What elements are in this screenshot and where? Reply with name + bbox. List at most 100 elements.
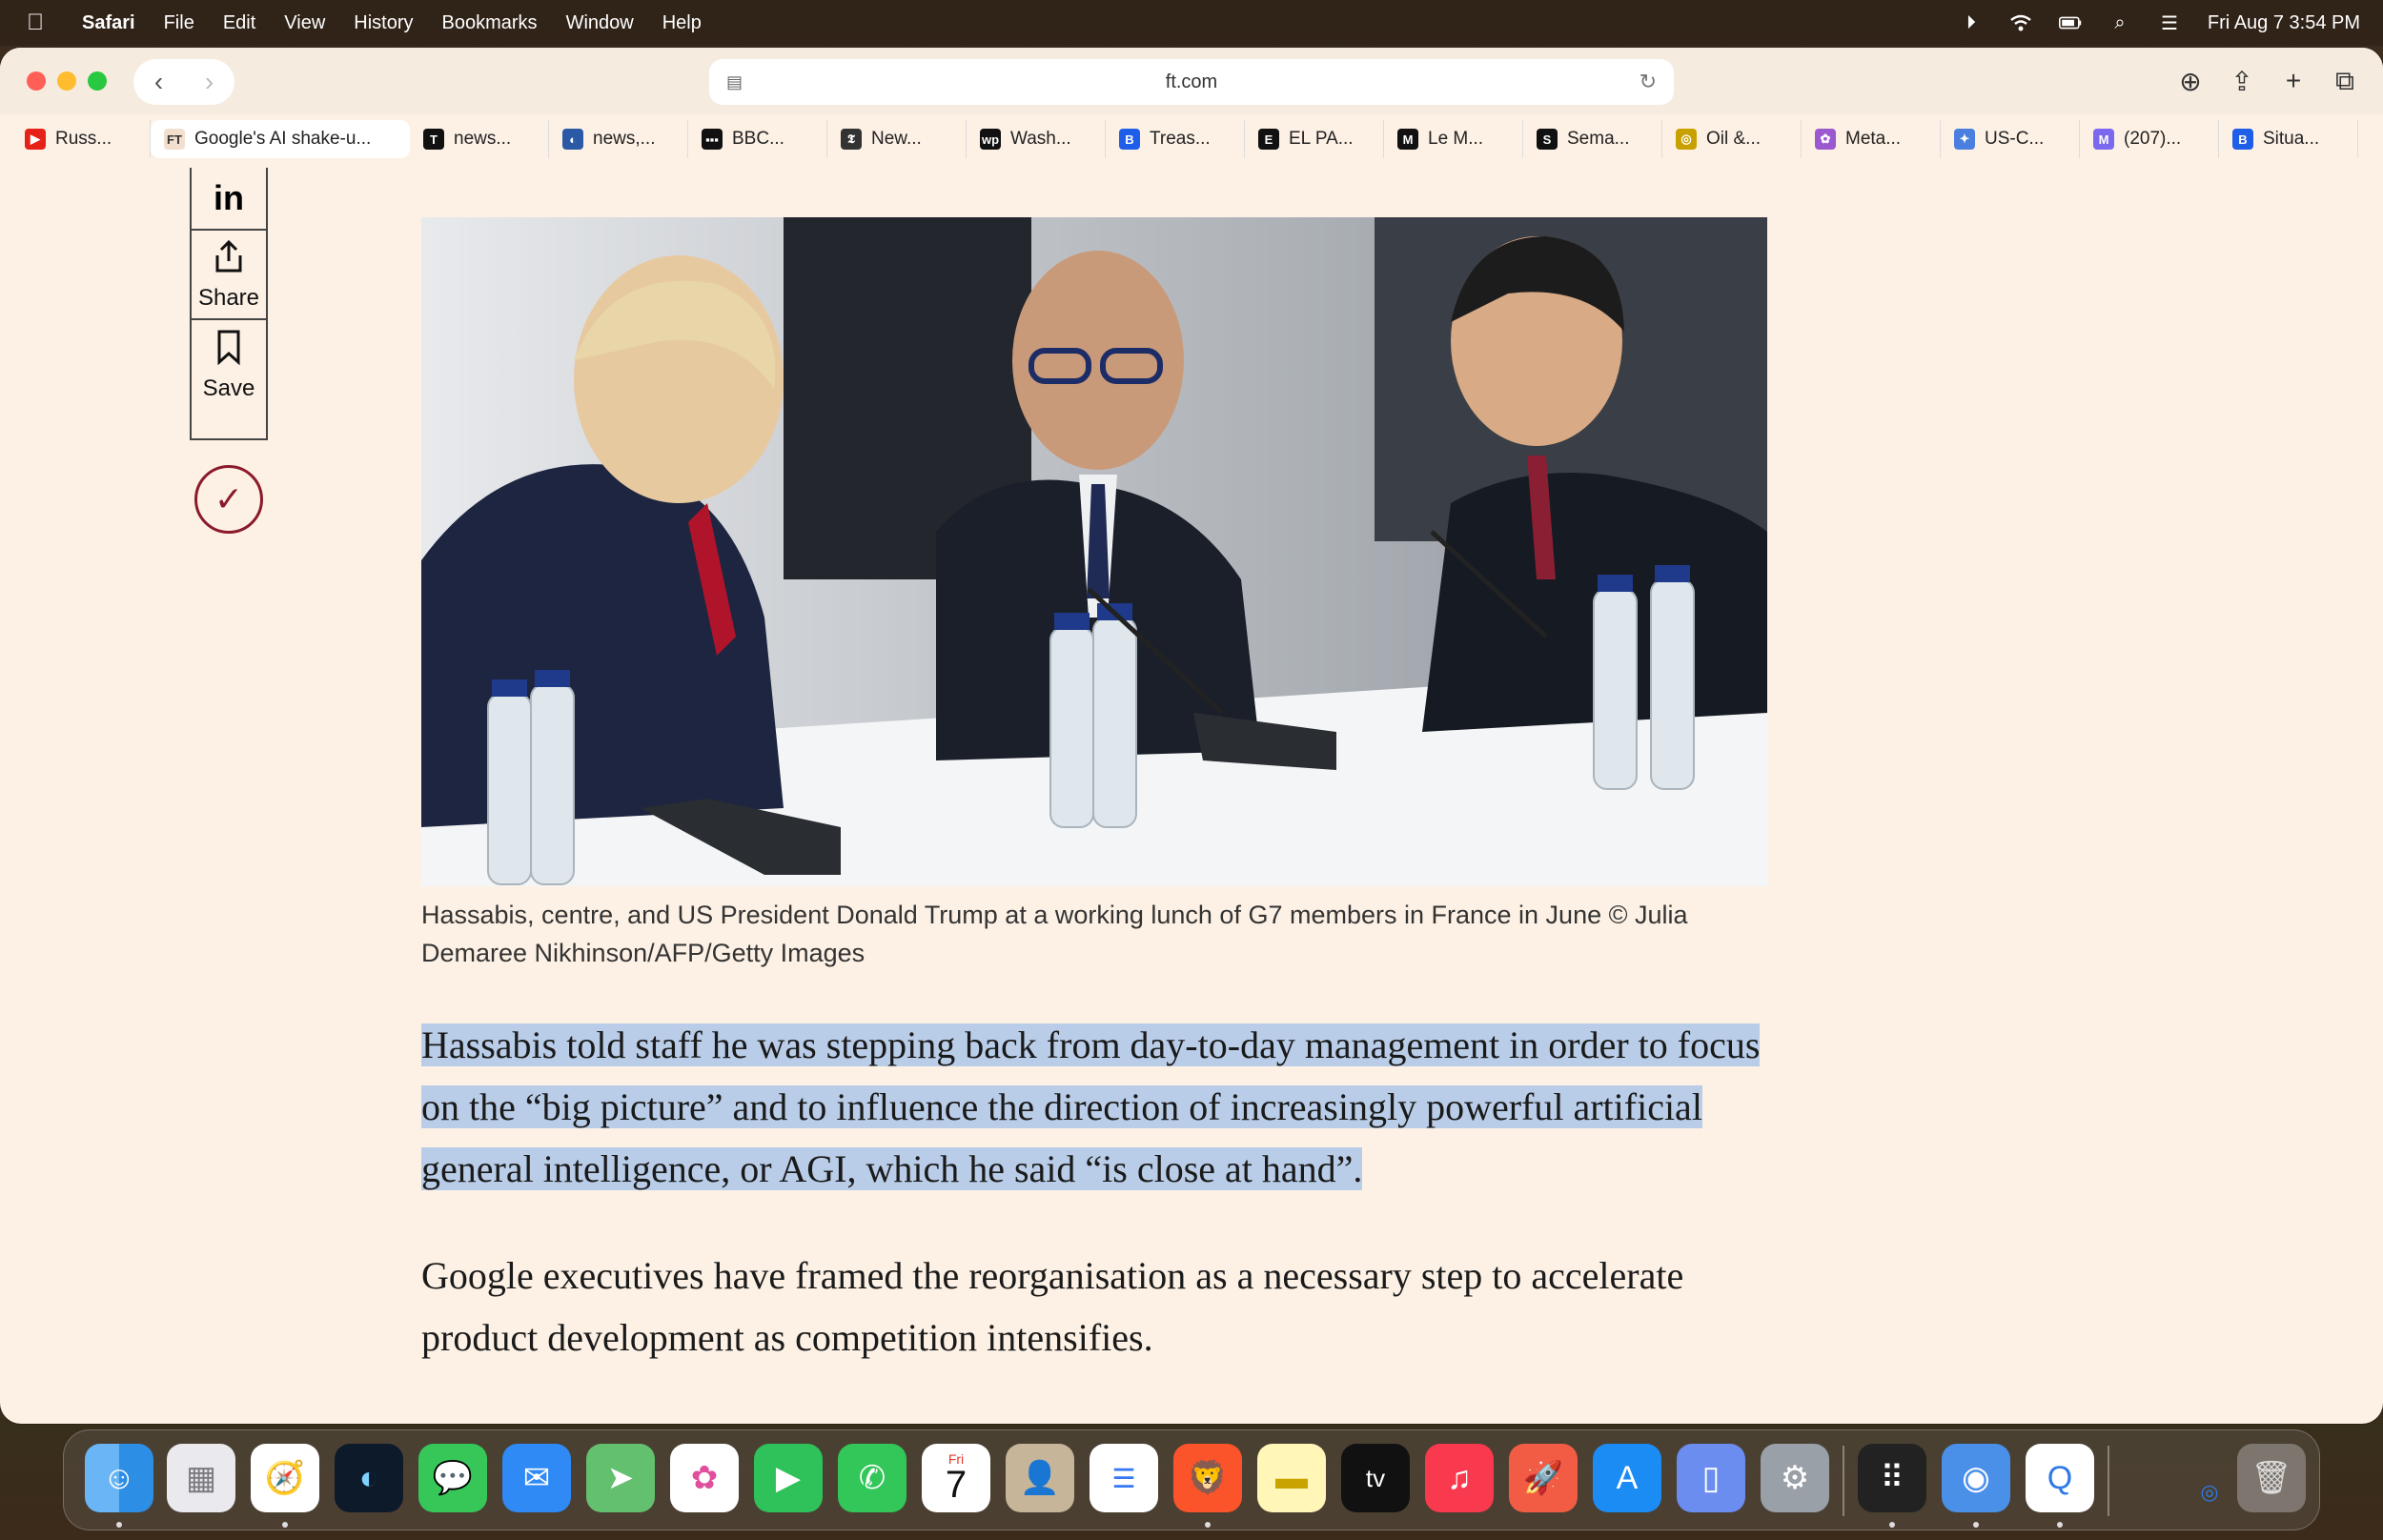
save-button[interactable]: Save	[192, 320, 266, 410]
spotlight-search-icon[interactable]: ⌕	[2108, 11, 2131, 34]
article-paragraph-2: Google executives have framed the reorga…	[421, 1254, 1684, 1359]
menu-app-name[interactable]: Safari	[82, 12, 135, 34]
browser-tab[interactable]: B Situa...	[2219, 120, 2358, 158]
linkedin-share-button[interactable]: in	[192, 168, 266, 231]
downloads-icon[interactable]: ⊕	[2175, 61, 2206, 101]
selected-text[interactable]: Hassabis told staff he was stepping back…	[421, 1023, 1761, 1190]
page-menu-icon[interactable]: ▤	[726, 72, 743, 92]
browser-tab[interactable]: ▪▪▪ BBC...	[688, 120, 827, 158]
photos-icon[interactable]: ✿	[670, 1444, 739, 1512]
browser-tab[interactable]: B Treas...	[1106, 120, 1245, 158]
tab-favicon-icon: ▶	[25, 129, 46, 150]
back-button[interactable]: ‹	[154, 67, 163, 97]
safari-window: ‹ › ▤ ft.com ↻ ⊕ ⇪ + ⧉ ▶ Russ... FT Google'…	[0, 48, 2383, 1424]
browser-tab[interactable]: wp Wash...	[967, 120, 1106, 158]
contacts-icon[interactable]: 👤	[1006, 1444, 1074, 1512]
maps-icon[interactable]: ➤	[586, 1444, 655, 1512]
share-toolbar: in Share Save	[190, 168, 268, 440]
browser-tab[interactable]: ◐ news,...	[549, 120, 688, 158]
article-paragraph-1: Hassabis told staff he was stepping back…	[421, 1014, 1794, 1200]
launchpad-icon[interactable]: ▦	[167, 1444, 235, 1512]
browser-tab[interactable]: M (207)...	[2080, 120, 2219, 158]
browser-tab[interactable]: Tnews...	[410, 120, 549, 158]
system-settings-icon[interactable]: ⚙	[1761, 1444, 1829, 1512]
apple-menu-icon[interactable]: 	[27, 11, 50, 34]
browser-tab[interactable]: M Le M...	[1384, 120, 1523, 158]
browser-tab[interactable]: E EL PA...	[1245, 120, 1384, 158]
browser-tab[interactable]: S Sema...	[1523, 120, 1662, 158]
quicktime-icon[interactable]: Q	[2026, 1444, 2094, 1512]
wavy-app-icon[interactable]: ◐	[335, 1444, 403, 1512]
zoom-window-button[interactable]	[88, 71, 107, 91]
browser-tab[interactable]: ✦ US-C...	[1941, 120, 2080, 158]
app-store-icon[interactable]: A	[1593, 1444, 1661, 1512]
tab-favicon-icon: ✦	[1954, 129, 1975, 150]
apps-grid-icon[interactable]: ⠿	[1858, 1444, 1926, 1512]
article-paragraph-3: “We have to accelerate all this work and…	[421, 1412, 1794, 1424]
now-playing-icon[interactable]: ⏵	[1960, 11, 1983, 34]
new-tab-button[interactable]: +	[2278, 61, 2309, 101]
article-photo	[421, 217, 1767, 886]
brave-browser-icon[interactable]: 🦁	[1173, 1444, 1242, 1512]
phone-icon[interactable]: ✆	[838, 1444, 906, 1512]
menubar-clock[interactable]: Fri Aug 7 3:54 PM	[2208, 12, 2360, 34]
reload-icon[interactable]: ↻	[1640, 70, 1657, 94]
tab-favicon-icon: ▪▪▪	[702, 129, 723, 150]
tab-favicon-icon: B	[2232, 129, 2253, 150]
reminders-icon[interactable]: ☰	[1090, 1444, 1158, 1512]
share-button[interactable]: Share	[192, 231, 266, 320]
close-window-button[interactable]	[27, 71, 46, 91]
control-center-icon[interactable]: ☰	[2158, 11, 2181, 34]
browser-tab[interactable]: ▶ Russ...	[11, 120, 151, 158]
tab-label: Oil &...	[1706, 129, 1762, 149]
menu-edit[interactable]: Edit	[223, 12, 255, 34]
finder-icon[interactable]: ☺	[85, 1444, 153, 1512]
checkmark-icon[interactable]: ✓	[194, 465, 263, 534]
browser-tab[interactable]: ✿ Meta...	[1802, 120, 1941, 158]
messages-icon[interactable]: 💬	[418, 1444, 487, 1512]
menu-bookmarks[interactable]: Bookmarks	[442, 12, 538, 34]
calendar-icon[interactable]: Fri 7	[922, 1444, 990, 1512]
tab-bar: ▶ Russ... FT Google's AI shake-u... Tnews...…	[11, 118, 2372, 160]
tab-label: EL PA...	[1289, 129, 1354, 149]
tab-label: Russ...	[55, 129, 112, 149]
toolbar-right-actions: ⊕ ⇪ + ⧉	[2175, 61, 2360, 101]
tab-favicon-icon: E	[1258, 129, 1279, 150]
browser-tab[interactable]: ◎ Oil &...	[1662, 120, 1802, 158]
menu-history[interactable]: History	[354, 12, 413, 34]
safari-minimized-icon[interactable]: ◎	[2195, 1478, 2224, 1507]
mail-icon[interactable]: ✉	[502, 1444, 571, 1512]
address-bar[interactable]: ▤ ft.com ↻	[709, 59, 1674, 105]
rocket-app-icon[interactable]: 🚀	[1509, 1444, 1578, 1512]
trash-icon[interactable]: 🗑	[2237, 1444, 2306, 1512]
tab-favicon-icon: S	[1537, 129, 1558, 150]
facetime-icon[interactable]: ▶	[754, 1444, 823, 1512]
disk-utility-icon[interactable]: ◉	[1942, 1444, 2010, 1512]
battery-icon[interactable]	[2058, 11, 2082, 34]
minimize-window-button[interactable]	[57, 71, 76, 91]
share-icon[interactable]: ⇪	[2227, 61, 2257, 101]
apple-tv-icon[interactable]: tv	[1341, 1444, 1410, 1512]
tab-label: Google's AI shake-u...	[194, 129, 372, 149]
tab-label: BBC...	[732, 129, 784, 149]
tab-label: Sema...	[1567, 129, 1630, 149]
forward-button[interactable]: ›	[205, 67, 214, 97]
safari-icon[interactable]: 🧭	[251, 1444, 319, 1512]
url-text: ft.com	[1165, 71, 1218, 92]
iphone-mirroring-icon[interactable]: ▯	[1677, 1444, 1745, 1512]
menu-window[interactable]: Window	[566, 12, 634, 34]
music-icon[interactable]: ♫	[1425, 1444, 1494, 1512]
browser-tab[interactable]: 𝕿 New...	[827, 120, 967, 158]
menu-view[interactable]: View	[284, 12, 325, 34]
menu-help[interactable]: Help	[662, 12, 702, 34]
wifi-icon[interactable]	[2009, 11, 2032, 34]
browser-tab[interactable]: FT Google's AI shake-u...	[151, 120, 410, 158]
share-label: Share	[197, 284, 260, 311]
menu-file[interactable]: File	[164, 12, 194, 34]
tab-overview-icon[interactable]: ⧉	[2330, 61, 2360, 101]
tab-label: news,...	[593, 129, 656, 149]
tab-favicon-icon: ✿	[1815, 129, 1836, 150]
notes-icon[interactable]: ▬	[1257, 1444, 1326, 1512]
tab-label: Wash...	[1010, 129, 1071, 149]
tab-label: Situa...	[2263, 129, 2320, 149]
